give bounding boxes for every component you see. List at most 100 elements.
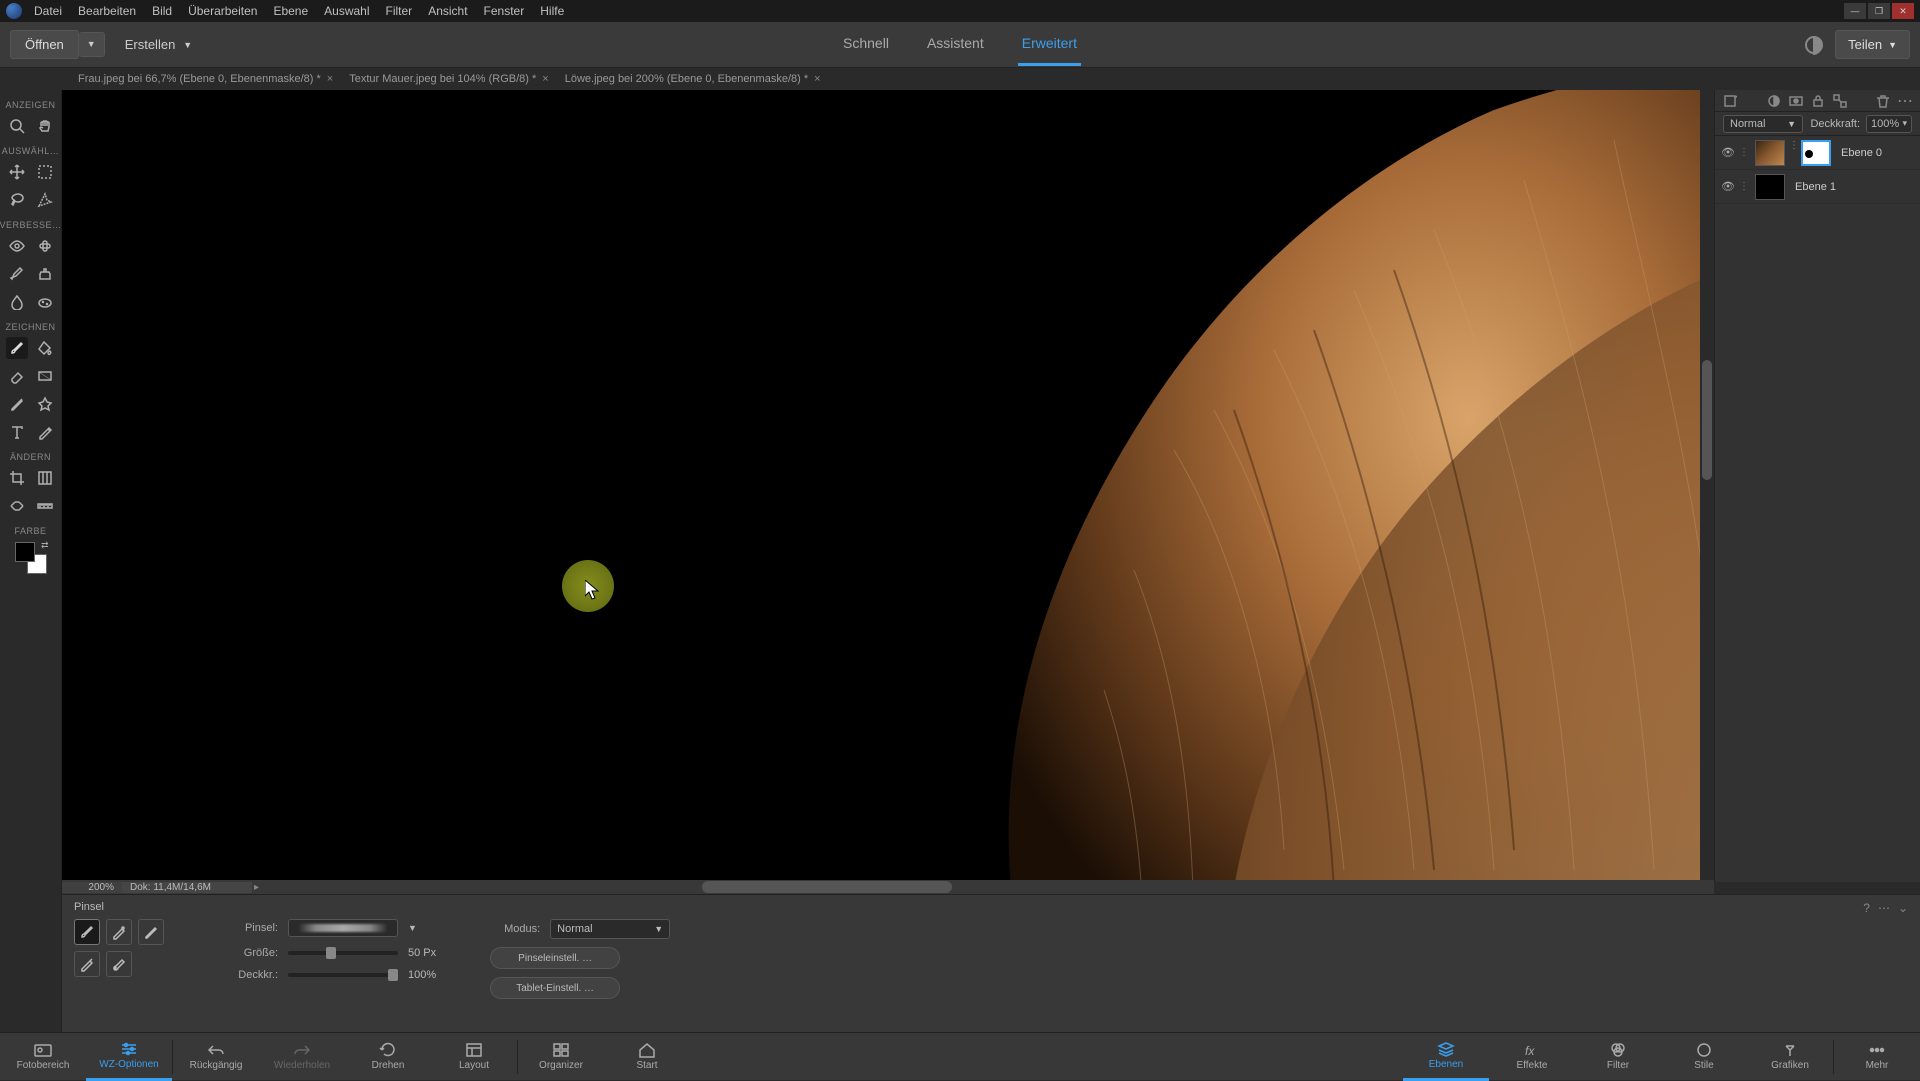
move-tool-icon[interactable] bbox=[6, 161, 28, 183]
link-layers-icon[interactable] bbox=[1833, 94, 1847, 108]
bottom-drehen[interactable]: Drehen bbox=[345, 1033, 431, 1081]
clone-stamp-tool-icon[interactable] bbox=[34, 263, 56, 285]
brush-variant-detail[interactable] bbox=[138, 919, 164, 945]
mode-expert[interactable]: Erweitert bbox=[1018, 23, 1081, 66]
zoom-level[interactable]: 200% bbox=[62, 882, 122, 893]
theme-toggle-icon[interactable] bbox=[1805, 36, 1823, 54]
tablet-settings-button[interactable]: Tablet-Einstell. … bbox=[490, 977, 620, 999]
doc-info-arrow-icon[interactable]: ▸ bbox=[254, 882, 262, 893]
help-icon[interactable]: ? bbox=[1863, 901, 1870, 915]
layer-thumbnail[interactable] bbox=[1755, 174, 1785, 200]
menu-bearbeiten[interactable]: Bearbeiten bbox=[78, 4, 136, 18]
bottom-wiederholen[interactable]: Wiederholen bbox=[259, 1033, 345, 1081]
share-button[interactable]: Teilen▼ bbox=[1835, 30, 1910, 59]
canvas[interactable] bbox=[62, 90, 1714, 882]
layer-name[interactable]: Ebene 0 bbox=[1841, 147, 1882, 159]
opacity-value[interactable]: 100% bbox=[408, 969, 436, 981]
lock-indicator[interactable]: ⋮ bbox=[1739, 181, 1751, 192]
lasso-tool-icon[interactable] bbox=[6, 189, 28, 211]
mode-quick[interactable]: Schnell bbox=[839, 23, 893, 66]
close-icon[interactable]: × bbox=[542, 73, 548, 85]
brush-preset-selector[interactable] bbox=[288, 919, 398, 937]
brush-settings-button[interactable]: Pinseleinstell. … bbox=[490, 947, 620, 969]
close-icon[interactable]: × bbox=[327, 73, 333, 85]
horizontal-scrollbar[interactable] bbox=[702, 881, 952, 893]
brush-variant-brush[interactable] bbox=[74, 919, 100, 945]
brush-tool-icon[interactable] bbox=[6, 337, 28, 359]
bottom-effekte[interactable]: fxEffekte bbox=[1489, 1033, 1575, 1081]
redeye-tool-icon[interactable] bbox=[6, 235, 28, 257]
open-dropdown[interactable]: ▼ bbox=[79, 32, 105, 57]
blur-tool-icon[interactable] bbox=[6, 291, 28, 313]
blend-mode-select[interactable]: Normal▼ bbox=[550, 919, 670, 939]
quick-select-tool-icon[interactable] bbox=[34, 189, 56, 211]
delete-layer-icon[interactable] bbox=[1876, 94, 1890, 108]
bottom-fotobereich[interactable]: Fotobereich bbox=[0, 1033, 86, 1081]
sponge-tool-icon[interactable] bbox=[34, 291, 56, 313]
create-button[interactable]: Erstellen▼ bbox=[125, 37, 193, 52]
straighten-tool-icon[interactable] bbox=[34, 495, 56, 517]
lock-layer-icon[interactable] bbox=[1811, 94, 1825, 108]
color-swatch[interactable]: ⇄ bbox=[15, 542, 47, 574]
more-icon[interactable]: ⋯ bbox=[1878, 901, 1890, 915]
eyedropper-tool-icon[interactable] bbox=[6, 393, 28, 415]
vertical-scrollbar[interactable] bbox=[1700, 90, 1714, 882]
new-layer-icon[interactable] bbox=[1723, 94, 1737, 108]
zoom-tool-icon[interactable] bbox=[6, 115, 28, 137]
panel-menu-icon[interactable]: ⋯ bbox=[1898, 94, 1912, 108]
swap-colors-icon[interactable]: ⇄ bbox=[41, 540, 49, 551]
bottom-filter[interactable]: Filter bbox=[1575, 1033, 1661, 1081]
text-tool-icon[interactable] bbox=[6, 421, 28, 443]
shape-tool-icon[interactable] bbox=[34, 393, 56, 415]
bottom-organizer[interactable]: Organizer bbox=[518, 1033, 604, 1081]
layer-opacity-value[interactable]: 100%▾ bbox=[1866, 115, 1912, 133]
close-button[interactable]: ✕ bbox=[1892, 3, 1914, 19]
open-button[interactable]: Öffnen bbox=[10, 30, 79, 59]
maximize-button[interactable]: ❐ bbox=[1868, 3, 1890, 19]
layer-name[interactable]: Ebene 1 bbox=[1795, 181, 1836, 193]
bottom-rueckgaengig[interactable]: Rückgängig bbox=[173, 1033, 259, 1081]
spot-heal-tool-icon[interactable] bbox=[34, 235, 56, 257]
menu-auswahl[interactable]: Auswahl bbox=[324, 4, 369, 18]
brush-variant-pencil[interactable] bbox=[74, 951, 100, 977]
brush-variant-replace[interactable] bbox=[106, 951, 132, 977]
chevron-down-icon[interactable]: ▼ bbox=[408, 923, 417, 933]
doc-tab-0[interactable]: Frau.jpeg bei 66,7% (Ebene 0, Ebenenmask… bbox=[70, 73, 341, 85]
menu-bild[interactable]: Bild bbox=[152, 4, 172, 18]
size-slider[interactable] bbox=[288, 951, 398, 955]
bottom-grafiken[interactable]: Grafiken bbox=[1747, 1033, 1833, 1081]
menu-ansicht[interactable]: Ansicht bbox=[428, 4, 467, 18]
size-value[interactable]: 50 Px bbox=[408, 947, 436, 959]
crop-tool-icon[interactable] bbox=[6, 467, 28, 489]
doc-tab-1[interactable]: Textur Mauer.jpeg bei 104% (RGB/8) *× bbox=[341, 73, 557, 85]
layer-mask-thumbnail[interactable] bbox=[1801, 140, 1831, 166]
minimize-button[interactable]: — bbox=[1844, 3, 1866, 19]
eraser-tool-icon[interactable] bbox=[6, 365, 28, 387]
menu-hilfe[interactable]: Hilfe bbox=[540, 4, 564, 18]
pencil-tool-icon[interactable] bbox=[34, 421, 56, 443]
menu-ebene[interactable]: Ebene bbox=[273, 4, 308, 18]
visibility-toggle-icon[interactable]: 👁 bbox=[1721, 146, 1735, 159]
layer-row-1[interactable]: 👁 ⋮ Ebene 1 bbox=[1715, 170, 1920, 204]
bottom-ebenen[interactable]: Ebenen bbox=[1403, 1033, 1489, 1081]
menu-filter[interactable]: Filter bbox=[386, 4, 413, 18]
recompose-tool-icon[interactable] bbox=[34, 467, 56, 489]
menu-datei[interactable]: Datei bbox=[34, 4, 62, 18]
visibility-toggle-icon[interactable]: 👁 bbox=[1721, 180, 1735, 193]
layer-row-0[interactable]: 👁 ⋮ ⋮ Ebene 0 bbox=[1715, 136, 1920, 170]
adjustment-layer-icon[interactable] bbox=[1767, 94, 1781, 108]
foreground-color[interactable] bbox=[15, 542, 35, 562]
opacity-slider[interactable] bbox=[288, 973, 398, 977]
bottom-mehr[interactable]: Mehr bbox=[1834, 1033, 1920, 1081]
paint-bucket-tool-icon[interactable] bbox=[34, 337, 56, 359]
layer-thumbnail[interactable] bbox=[1755, 140, 1785, 166]
mode-guided[interactable]: Assistent bbox=[923, 23, 988, 66]
doc-tab-2[interactable]: Löwe.jpeg bei 200% (Ebene 0, Ebenenmaske… bbox=[557, 73, 829, 85]
lock-indicator[interactable]: ⋮ bbox=[1739, 147, 1751, 158]
bottom-start[interactable]: Start bbox=[604, 1033, 690, 1081]
scrollbar-thumb[interactable] bbox=[1702, 360, 1712, 480]
gradient-tool-icon[interactable] bbox=[34, 365, 56, 387]
close-icon[interactable]: × bbox=[814, 73, 820, 85]
bottom-wzoptionen[interactable]: WZ-Optionen bbox=[86, 1033, 172, 1081]
bottom-stile[interactable]: Stile bbox=[1661, 1033, 1747, 1081]
